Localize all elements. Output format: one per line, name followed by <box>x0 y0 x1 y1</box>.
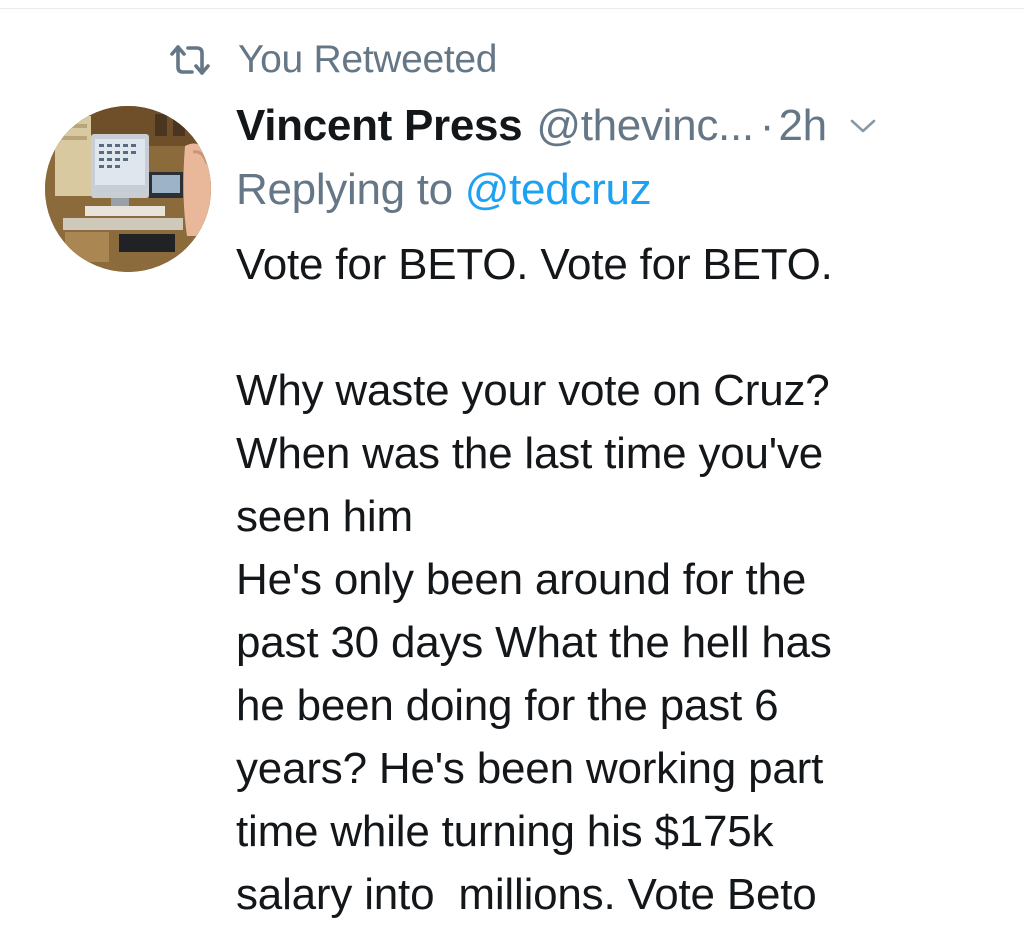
top-divider <box>0 0 1024 9</box>
tweet-text-line: past 30 days What the hell has <box>236 618 832 667</box>
retweet-context: You Retweeted <box>168 36 498 84</box>
reply-prefix: Replying to <box>236 165 465 214</box>
chevron-down-icon[interactable] <box>849 116 877 136</box>
tweet-text-line: Vote for BETO. Vote for BETO. <box>236 240 833 289</box>
tweet-text-line: He's only been around for the <box>236 555 807 604</box>
tweet-text-line: time while turning his $175k <box>236 807 774 856</box>
author-handle[interactable]: @thevinc... <box>536 101 754 151</box>
tweet-text-line: he been doing for the past 6 <box>236 681 779 730</box>
tweet-header: Vincent Press @thevinc... · 2h <box>236 98 877 154</box>
avatar[interactable] <box>45 106 211 272</box>
retweet-label: You Retweeted <box>238 38 498 81</box>
tweet-text: Vote for BETO. Vote for BETO. Why waste … <box>236 233 996 926</box>
tweet-text-line: seen him <box>236 492 413 541</box>
tweet-text-line: salary into millions. Vote Beto <box>236 870 817 919</box>
tweet-text-line: Why waste your vote on Cruz? <box>236 366 830 415</box>
tweet-text-line: years? He's been working part <box>236 744 824 793</box>
reply-context: Replying to @tedcruz <box>236 165 652 215</box>
author-display-name[interactable]: Vincent Press <box>236 101 523 151</box>
avatar-image <box>45 106 211 272</box>
tweet-time[interactable]: 2h <box>778 101 827 151</box>
reply-mention-link[interactable]: @tedcruz <box>465 165 652 214</box>
separator-dot: · <box>759 101 775 150</box>
tweet-text-line <box>236 296 996 359</box>
tweet-text-line: When was the last time you've <box>236 429 824 478</box>
retweet-icon <box>168 43 212 77</box>
